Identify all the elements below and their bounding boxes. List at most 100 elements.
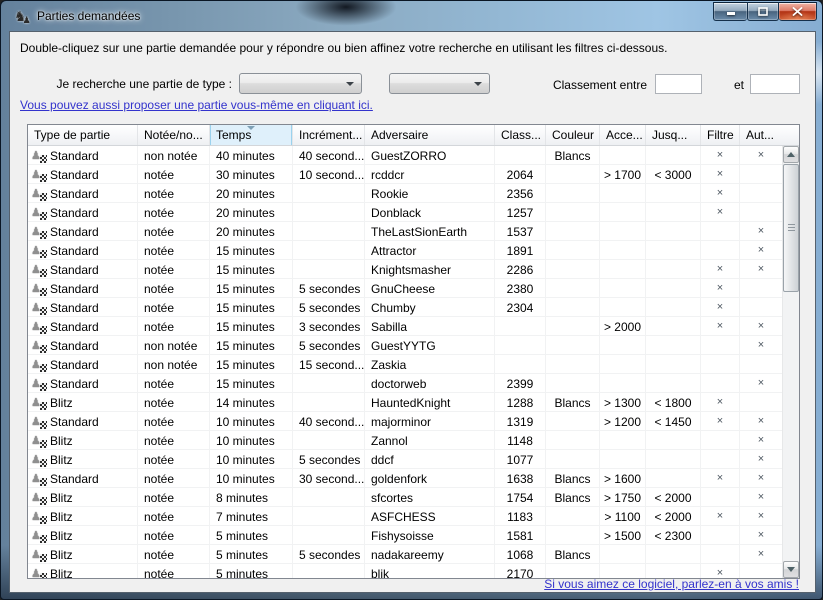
table-row[interactable]: ♟Standardnotée10 minutes40 second...majo… [28, 412, 782, 431]
tell-friends-link[interactable]: Si vous aimez ce logiciel, parlez-en à v… [544, 577, 799, 591]
table-row[interactable]: ♟Standardnotée15 minutes3 secondesSabill… [28, 317, 782, 336]
cell-5: 2286 [495, 260, 546, 278]
table-row[interactable]: ♟Standardnon notée15 minutes5 secondesGu… [28, 336, 782, 355]
scrollbar-thumb[interactable] [783, 164, 799, 292]
cell-0: ♟Standard [28, 317, 138, 335]
table-row[interactable]: ♟Standardnotée15 minutes5 secondesGnuChe… [28, 279, 782, 298]
table-row[interactable]: ♟Blitznotée7 minutesASFCHESS1183> 1100< … [28, 507, 782, 526]
cell-0: ♟Standard [28, 241, 138, 259]
minimize-button[interactable] [713, 2, 747, 21]
column-header-aut[interactable]: Aut... [740, 125, 782, 145]
rating-max-input[interactable] [750, 74, 800, 94]
cell-8 [646, 184, 701, 202]
close-button[interactable] [779, 2, 817, 21]
cell-2: 14 minutes [210, 393, 293, 411]
table-row[interactable]: ♟Blitznotée5 minutesFishysoisse1581> 150… [28, 526, 782, 545]
cell-5: 1537 [495, 222, 546, 240]
propose-game-link[interactable]: Vous pouvez aussi proposer une partie vo… [20, 98, 373, 112]
table-row[interactable]: ♟Blitznotée5 minutes5 secondesnadakareem… [28, 545, 782, 564]
chess-pawn-checkerboard-icon: ♟ [31, 377, 47, 391]
cell-9: × [701, 412, 740, 430]
table-row[interactable]: ♟Blitznotée10 minutesZannol1148× [28, 431, 782, 450]
vertical-scrollbar[interactable] [782, 146, 799, 578]
cell-2: 10 minutes [210, 450, 293, 468]
rating-between-label: Classement entre [510, 78, 647, 92]
title-bar: ♞♟ Parties demandées [1, 1, 822, 31]
rating-min-input[interactable] [655, 74, 702, 94]
cell-9 [701, 545, 740, 563]
table-row[interactable]: ♟Standardnotée10 minutes30 second...gold… [28, 469, 782, 488]
game-type-select[interactable] [239, 73, 362, 94]
cell-8: < 2000 [646, 488, 701, 506]
cell-1: notée [138, 545, 210, 563]
cell-8 [646, 431, 701, 449]
secondary-filter-select[interactable] [389, 73, 490, 94]
column-header-filtre[interactable]: Filtre [701, 125, 740, 145]
table-row[interactable]: ♟Blitznotée5 minutesblik2170× [28, 564, 782, 578]
table-row[interactable]: ♟Blitznotée10 minutes5 secondesddcf1077× [28, 450, 782, 469]
cell-10 [740, 165, 782, 183]
column-header-type-de-partie[interactable]: Type de partie [28, 125, 138, 145]
table-row[interactable]: ♟Standardnotée15 minutesKnightsmasher228… [28, 260, 782, 279]
cell-6 [546, 412, 600, 430]
cell-6 [546, 374, 600, 392]
table-row[interactable]: ♟Standardnotée15 minutesAttractor1891× [28, 241, 782, 260]
cell-7 [600, 146, 646, 164]
table-row[interactable]: ♟Standardnotée20 minutesDonblack1257× [28, 203, 782, 222]
chess-pawn-checkerboard-icon: ♟ [31, 187, 47, 201]
arrow-up-icon [787, 152, 795, 157]
cell-2: 15 minutes [210, 317, 293, 335]
chess-pawn-checkerboard-icon: ♟ [31, 396, 47, 410]
table-row[interactable]: ♟Standardnotée15 minutesdoctorweb2399× [28, 374, 782, 393]
cell-1: non notée [138, 146, 210, 164]
cell-1: notée [138, 298, 210, 316]
cell-5 [495, 336, 546, 354]
cell-9 [701, 355, 740, 373]
cell-10: × [740, 412, 782, 430]
cell-8 [646, 469, 701, 487]
column-header-incr-ment[interactable]: Incrément... [293, 125, 365, 145]
table-row[interactable]: ♟Standardnon notée15 minutes15 second...… [28, 355, 782, 374]
cell-7: > 1700 [600, 165, 646, 183]
cell-2: 15 minutes [210, 374, 293, 392]
column-header-couleur[interactable]: Couleur [546, 125, 600, 145]
column-header-class[interactable]: Class... [495, 125, 546, 145]
cell-3: 30 second... [293, 469, 365, 487]
cell-6: Blancs [546, 146, 600, 164]
cell-5 [495, 317, 546, 335]
table-row[interactable]: ♟Standardnotée30 minutes10 second...rcdd… [28, 165, 782, 184]
cell-4: Zannol [365, 431, 495, 449]
table-row[interactable]: ♟Blitznotée14 minutesHauntedKnight1288Bl… [28, 393, 782, 412]
cell-7: > 1300 [600, 393, 646, 411]
cell-4: doctorweb [365, 374, 495, 392]
chess-pawn-checkerboard-icon: ♟ [31, 339, 47, 353]
cell-3 [293, 260, 365, 278]
scroll-up-button[interactable] [783, 146, 799, 163]
maximize-button[interactable] [747, 2, 779, 21]
table-row[interactable]: ♟Standardnotée20 minutesRookie2356× [28, 184, 782, 203]
column-header-temps[interactable]: Temps [210, 125, 293, 145]
cell-10: × [740, 507, 782, 525]
table-row[interactable]: ♟Standardnon notée40 minutes40 second...… [28, 146, 782, 165]
cell-3: 5 secondes [293, 545, 365, 563]
cell-1: notée [138, 203, 210, 221]
cell-2: 20 minutes [210, 203, 293, 221]
scroll-down-button[interactable] [783, 561, 799, 578]
cell-7 [600, 450, 646, 468]
table-row[interactable]: ♟Standardnotée15 minutes5 secondesChumby… [28, 298, 782, 317]
cell-3 [293, 203, 365, 221]
cell-1: notée [138, 450, 210, 468]
cell-3 [293, 564, 365, 578]
cell-10 [740, 298, 782, 316]
cell-1: notée [138, 431, 210, 449]
cell-10 [740, 279, 782, 297]
cell-4: Sabilla [365, 317, 495, 335]
column-header-adversaire[interactable]: Adversaire [365, 125, 495, 145]
column-header-acce[interactable]: Acce... [600, 125, 646, 145]
cell-1: non notée [138, 336, 210, 354]
column-header-jusq[interactable]: Jusq... [646, 125, 701, 145]
table-row[interactable]: ♟Standardnotée20 minutesTheLastSionEarth… [28, 222, 782, 241]
column-header-not-e-no[interactable]: Notée/no... [138, 125, 210, 145]
cell-4: GuestZORRO [365, 146, 495, 164]
table-row[interactable]: ♟Blitznotée8 minutessfcortes1754Blancs> … [28, 488, 782, 507]
